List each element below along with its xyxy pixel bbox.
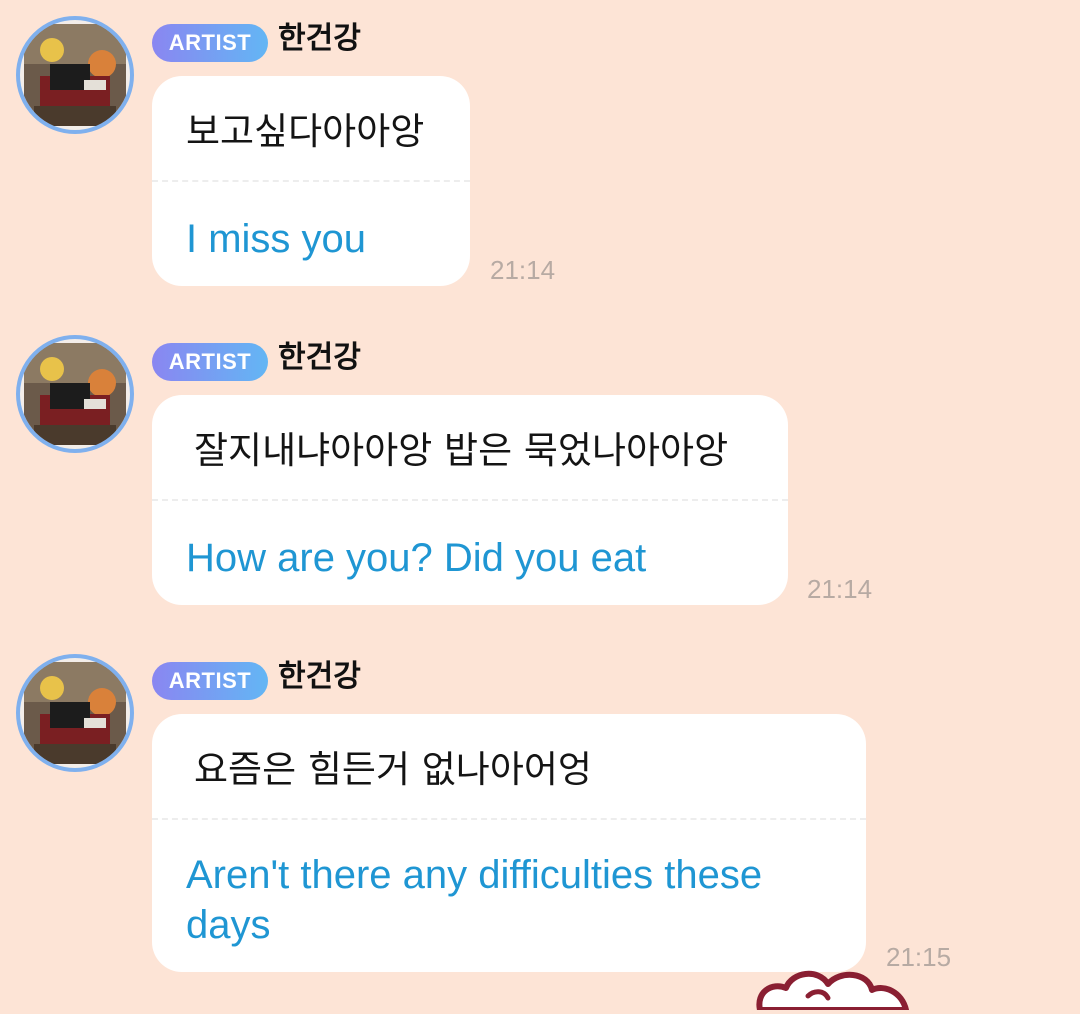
translation-text: I miss you (186, 217, 367, 261)
sticker-graphic (756, 971, 909, 1013)
avatar-photo-icon (24, 662, 126, 764)
message-timestamp: 21:14 (807, 574, 873, 604)
artist-avatar[interactable] (16, 16, 134, 134)
original-text: 보고싶다아아앙 (186, 110, 425, 153)
cloud-sticker-icon[interactable] (752, 968, 922, 1014)
bubble-divider (152, 180, 470, 182)
artist-avatar[interactable] (16, 335, 134, 453)
avatar-photo-icon (24, 343, 126, 445)
message-bubble[interactable]: 보고싶다아아앙 I miss you (152, 76, 470, 286)
artist-badge: ARTIST (152, 24, 268, 62)
artist-badge: ARTIST (152, 662, 268, 700)
translation-text: Aren't there any difficulties these days (186, 853, 763, 947)
bubble-divider (152, 499, 788, 501)
avatar-photo-icon (24, 24, 126, 126)
original-text: 잘지내냐아아앙 밥은 묵었나아아앙 (194, 429, 729, 472)
sender-name[interactable]: 한건강 (278, 20, 361, 58)
bubble-divider (152, 818, 866, 820)
translation-text: How are you? Did you eat (186, 536, 647, 580)
message-timestamp: 21:14 (490, 255, 556, 285)
message-bubble[interactable]: 요즘은 힘든거 없나아어엉 Aren't there any difficult… (152, 714, 866, 972)
artist-badge: ARTIST (152, 343, 268, 381)
original-text: 요즘은 힘든거 없나아어엉 (194, 748, 592, 791)
sender-name[interactable]: 한건강 (278, 658, 361, 696)
sender-name[interactable]: 한건강 (278, 339, 361, 377)
artist-avatar[interactable] (16, 654, 134, 772)
message-bubble[interactable]: 잘지내냐아아앙 밥은 묵었나아아앙 How are you? Did you e… (152, 395, 788, 605)
